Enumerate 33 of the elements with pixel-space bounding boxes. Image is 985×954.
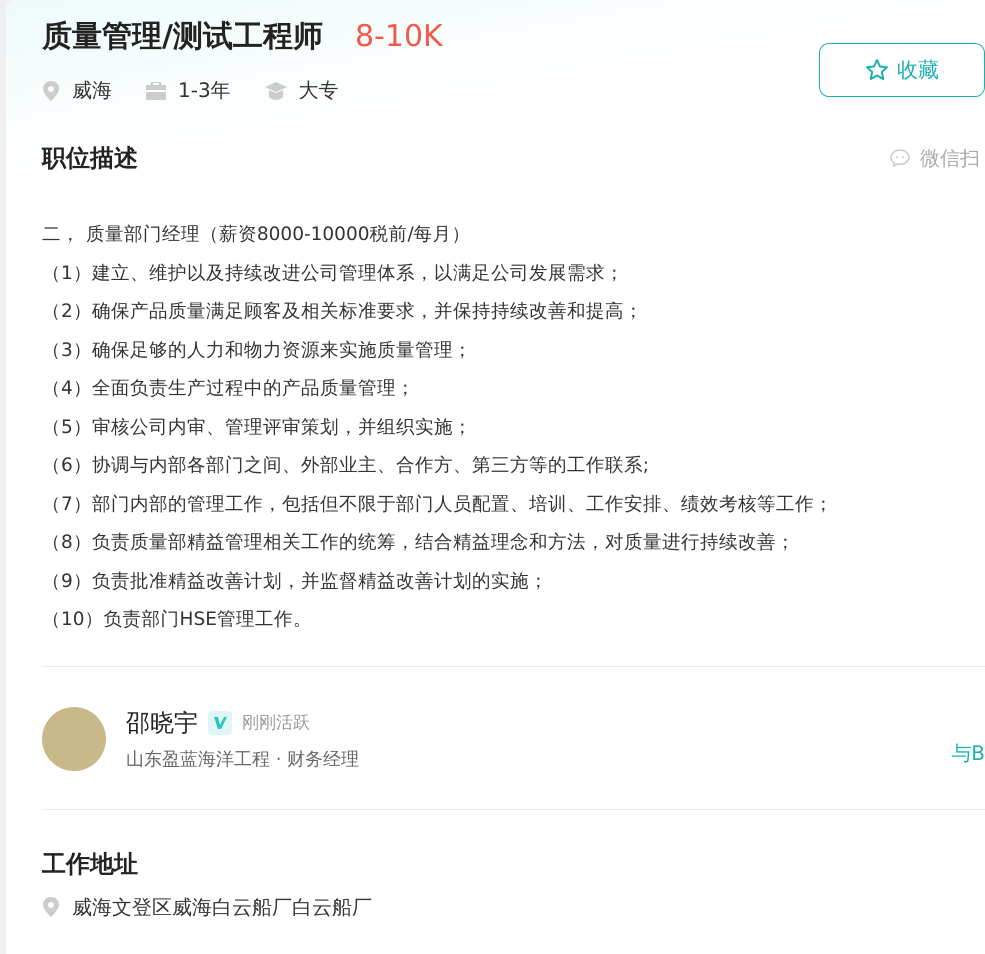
description-line: （3）确保足够的人力和物力资源来实施质量管理； <box>42 338 473 362</box>
location-pin-icon <box>42 80 60 100</box>
star-icon <box>865 58 889 82</box>
section-heading: 工作地址 <box>42 848 139 880</box>
avatar-placeholder <box>42 706 106 770</box>
briefcase-icon <box>146 82 166 100</box>
active-status: 刚刚活跃 <box>242 712 310 734</box>
description-line: （9）负责批准精益改善计划，并监督精益改善计划的实施； <box>42 570 549 594</box>
description-line: （1）建立、维护以及持续改进公司管理体系，以满足公司发展需求； <box>42 262 625 286</box>
job-meta-text: 1-3年 <box>178 77 231 104</box>
description-line: （7）部门内部的管理工作，包括但不限于部门人员配置、培训、工作安排、绩效考核等工作； <box>42 492 834 516</box>
collect-button[interactable]: 收藏 <box>819 43 985 97</box>
location-pin-icon <box>42 897 60 917</box>
description-line: （5）审核公司内审、管理评审策划，并组织实施； <box>42 416 473 440</box>
chat-bubble-icon <box>890 149 910 167</box>
description-line: （10）负责部门HSE管理工作。 <box>42 608 313 632</box>
job-meta-text: 威海 <box>72 77 112 104</box>
recruiter-name: 邵晓宇 <box>126 708 198 738</box>
salary: 8-10K <box>354 19 443 54</box>
chat-link[interactable]: 与B <box>951 740 985 767</box>
description-line: 二， 质量部门经理（薪资8000-10000税前/每月） <box>42 223 472 247</box>
description-line: （8）负责质量部精益管理相关工作的统筹，结合精益理念和方法，对质量进行持续改善； <box>42 531 796 555</box>
description-line: （4）全面负责生产过程中的产品质量管理； <box>42 377 416 401</box>
wechat-scan-hint: 微信扫 <box>920 144 980 172</box>
description-line: （6）协调与内部各部门之间、外部业主、合作方、第三方等的工作联系; <box>42 454 650 478</box>
recruiter-company: 山东盈蓝海洋工程 · 财务经理 <box>126 748 360 770</box>
description-line: （2）确保产品质量满足顾客及相关标准要求，并保持持续改善和提高； <box>42 300 644 324</box>
job-meta-text: 大专 <box>298 77 339 104</box>
address-text: 威海文登区威海白云船厂白云船厂 <box>72 894 372 920</box>
verified-icon <box>208 710 232 734</box>
graduation-cap-icon <box>264 82 287 100</box>
job-title: 质量管理/测试工程师 <box>42 18 323 56</box>
section-heading: 职位描述 <box>42 143 138 174</box>
